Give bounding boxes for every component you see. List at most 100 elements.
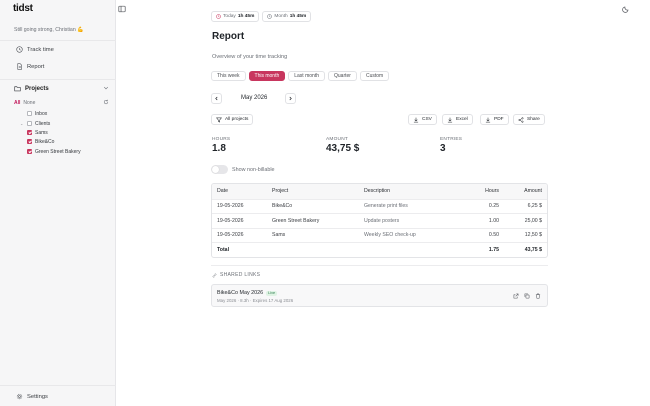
project-filter-row: All None [14, 99, 109, 106]
project-label: Sams [35, 129, 48, 136]
non-billable-toggle[interactable] [211, 165, 228, 174]
tab-this-month[interactable]: This month [248, 71, 286, 81]
cell-description: Update posters [364, 217, 400, 224]
cell-description: Weekly SEO check-up [364, 232, 416, 239]
sidebar-item-track-time[interactable]: Track time [16, 45, 54, 54]
share-label: Share [527, 117, 540, 122]
cell-project: Sams [272, 232, 286, 239]
project-item-sams[interactable]: Sams [27, 129, 48, 136]
cell-hours: 1.00 [488, 217, 499, 224]
column-header-hours[interactable]: Hours [460, 188, 499, 194]
sidebar-item-settings[interactable]: Settings [16, 392, 48, 401]
tab-quarter[interactable]: Quarter [328, 71, 357, 81]
table-row[interactable]: 19-05-2026 Sams Weekly SEO check-up 0.50… [212, 227, 547, 243]
next-period-button[interactable] [285, 93, 296, 104]
cell-amount: 6,25 $ [527, 203, 542, 210]
project-checkbox[interactable] [27, 121, 32, 126]
download-icon [447, 117, 453, 123]
cell-description: Generate print files [364, 203, 408, 210]
project-item-green-street-bakery[interactable]: Green Street Bakery [27, 148, 81, 155]
chevron-down-icon[interactable]: ⌄ [20, 121, 24, 126]
cell-hours: 0.50 [488, 232, 499, 239]
table-row[interactable]: 19-05-2026 Bike&Co Generate print files … [212, 198, 547, 214]
chevron-down-icon[interactable] [103, 85, 109, 91]
app-logo[interactable]: tidst [13, 3, 33, 14]
shared-link-actions [513, 293, 541, 299]
export-csv-label: CSV [422, 117, 432, 122]
export-excel-label: Excel [456, 117, 468, 122]
stat-entries-label: ENTRIES [440, 137, 463, 142]
project-checkbox[interactable] [27, 130, 32, 135]
total-label: Total [217, 246, 230, 253]
project-checkbox[interactable] [27, 139, 32, 144]
project-item-inbox[interactable]: Inbox [20, 110, 47, 117]
shared-link-card[interactable]: Bike&Co May 2026 Live May 2026 · 8.3h · … [211, 284, 548, 307]
previous-period-button[interactable] [211, 93, 222, 104]
page-title: Report [212, 31, 245, 42]
export-pdf-label: PDF [494, 117, 504, 122]
download-icon [485, 117, 491, 123]
project-checkbox[interactable] [27, 111, 32, 116]
project-label: Green Street Bakery [35, 148, 81, 155]
copy-icon[interactable] [524, 293, 530, 299]
month-label: Month [274, 14, 288, 19]
stat-hours-value: 1.8 [212, 143, 226, 154]
today-label: Today [223, 14, 236, 19]
project-item-clients[interactable]: ⌄ Clients [20, 120, 50, 127]
section-divider [211, 265, 548, 266]
shared-link-name: Bike&Co May 2026 [217, 290, 264, 296]
share-icon [518, 116, 524, 123]
clock-icon [267, 14, 273, 19]
non-billable-toggle-row: Show non-billable [211, 165, 275, 174]
stat-hours-label: HOURS [212, 137, 231, 142]
export-pdf-button[interactable]: PDF [480, 114, 509, 125]
share-button[interactable]: Share [513, 114, 545, 125]
sidebar-toggle-icon[interactable] [118, 5, 126, 13]
download-icon [413, 117, 419, 123]
table-row[interactable]: 19-05-2026 Green Street Bakery Update po… [212, 213, 547, 228]
project-label: Inbox [35, 110, 48, 117]
column-header-description[interactable]: Description [364, 188, 460, 194]
sidebar-item-label: Report [27, 63, 45, 70]
shared-link-meta: May 2026 · 8.3h · Expires 17 Aug 2026 [217, 298, 294, 303]
today-value: 1h 45m [237, 14, 255, 19]
export-excel-button[interactable]: Excel [442, 114, 473, 125]
cell-hours: 0.25 [488, 203, 499, 210]
sidebar-divider [0, 40, 116, 41]
column-header-project[interactable]: Project [272, 188, 364, 194]
cell-amount: 12,50 $ [524, 232, 542, 239]
projects-header[interactable]: Projects [14, 84, 109, 93]
period-navigator: May 2026 [211, 93, 299, 104]
select-none-link[interactable]: None [23, 100, 35, 106]
project-filter-button[interactable]: All projects [211, 114, 254, 125]
tab-this-week[interactable]: This week [211, 71, 246, 81]
project-label: Bike&Co [35, 138, 55, 145]
sidebar-divider [0, 79, 116, 80]
refresh-icon[interactable] [103, 99, 109, 105]
cell-date: 19-05-2026 [217, 232, 244, 239]
moon-icon[interactable] [622, 5, 630, 13]
project-checkbox[interactable] [27, 149, 32, 154]
project-item-bike-co[interactable]: Bike&Co [27, 138, 54, 145]
tab-custom[interactable]: Custom [359, 71, 390, 81]
time-summary: Today 1h 45m Month 1h 45m [211, 11, 312, 22]
cell-date: 19-05-2026 [217, 217, 244, 224]
select-all-link[interactable]: All [14, 100, 20, 106]
table-total-row: Total 1.75 43,75 $ [212, 242, 547, 257]
period-tabs: This week This month Last month Quarter … [211, 71, 390, 81]
cell-amount: 25,00 $ [524, 217, 542, 224]
sidebar-item-report[interactable]: Report [16, 62, 44, 71]
column-header-date[interactable]: Date [212, 188, 272, 194]
document-icon [16, 63, 23, 70]
column-header-amount[interactable]: Amount [499, 188, 547, 194]
month-value: 1h 45m [289, 14, 307, 19]
page-subtitle: Overview of your time tracking [212, 54, 288, 60]
non-billable-label: Show non-billable [232, 166, 275, 173]
clock-icon [16, 46, 23, 53]
external-link-icon[interactable] [513, 293, 519, 299]
export-csv-button[interactable]: CSV [408, 114, 437, 125]
trash-icon[interactable] [535, 293, 541, 299]
shared-links-title: SHARED LINKS [220, 272, 261, 278]
chevron-left-icon [214, 96, 219, 101]
tab-last-month[interactable]: Last month [288, 71, 325, 81]
